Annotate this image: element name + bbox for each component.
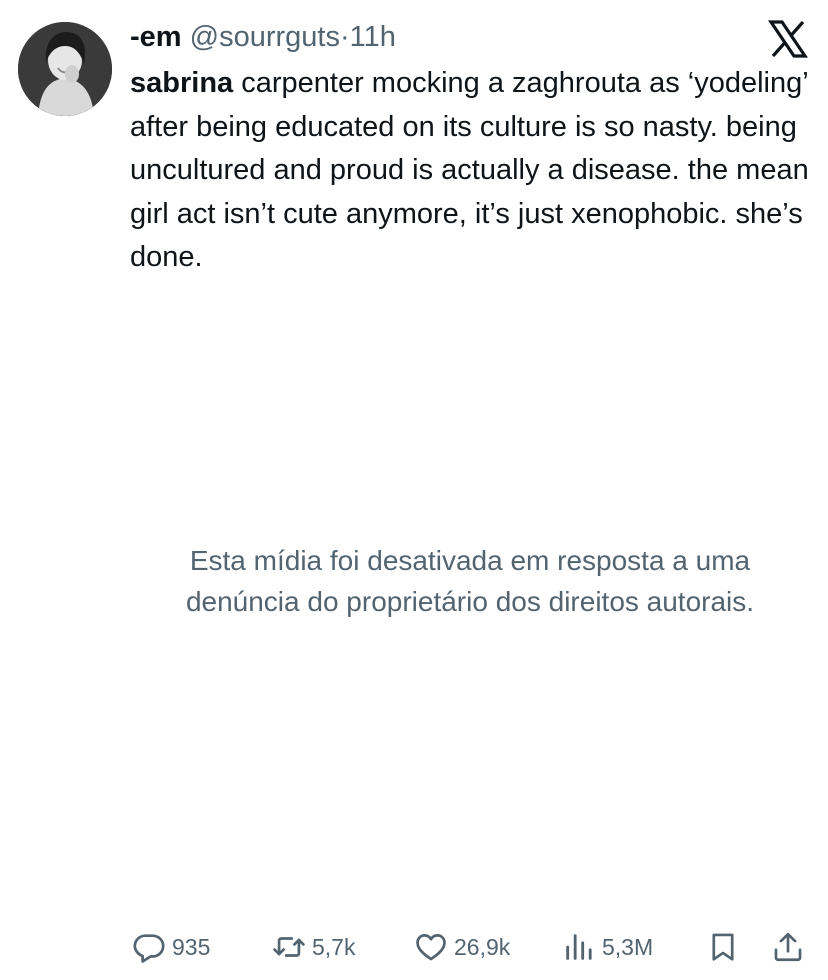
x-logo-icon[interactable] [767,20,809,58]
repost-icon [272,930,306,964]
share-icon [771,930,805,964]
bookmark-button[interactable] [706,925,740,969]
reply-icon [132,930,166,964]
bookmark-icon [706,930,740,964]
like-count: 26,9k [454,933,511,960]
avatar[interactable] [18,22,112,116]
views-icon [562,930,596,964]
separator-dot: · [339,21,350,53]
views-count: 5,3M [602,933,654,960]
like-button[interactable]: 26,9k [414,925,510,969]
tweet-actions: 935 5,7k 26,9k 5,3M [0,925,828,969]
heart-icon [414,930,448,964]
share-button[interactable] [771,925,805,969]
media-disabled-notice: Esta mídia foi desativada em resposta a … [185,545,755,617]
avatar-photo [18,22,112,116]
repost-button[interactable]: 5,7k [272,925,355,969]
user-handle[interactable]: @sourrguts [190,21,340,53]
reply-button[interactable]: 935 [132,925,210,969]
timestamp[interactable]: 11h [350,21,396,53]
tweet-text: sabrina carpenter mocking a zaghrouta as… [130,62,820,280]
views-button[interactable]: 5,3M [562,925,653,969]
display-name[interactable]: -em [130,21,182,53]
tweet-header: -em @sourrguts·11h [130,18,396,56]
tweet-text-lead[interactable]: sabrina [130,67,233,99]
repost-count: 5,7k [312,933,356,960]
reply-count: 935 [172,933,211,960]
